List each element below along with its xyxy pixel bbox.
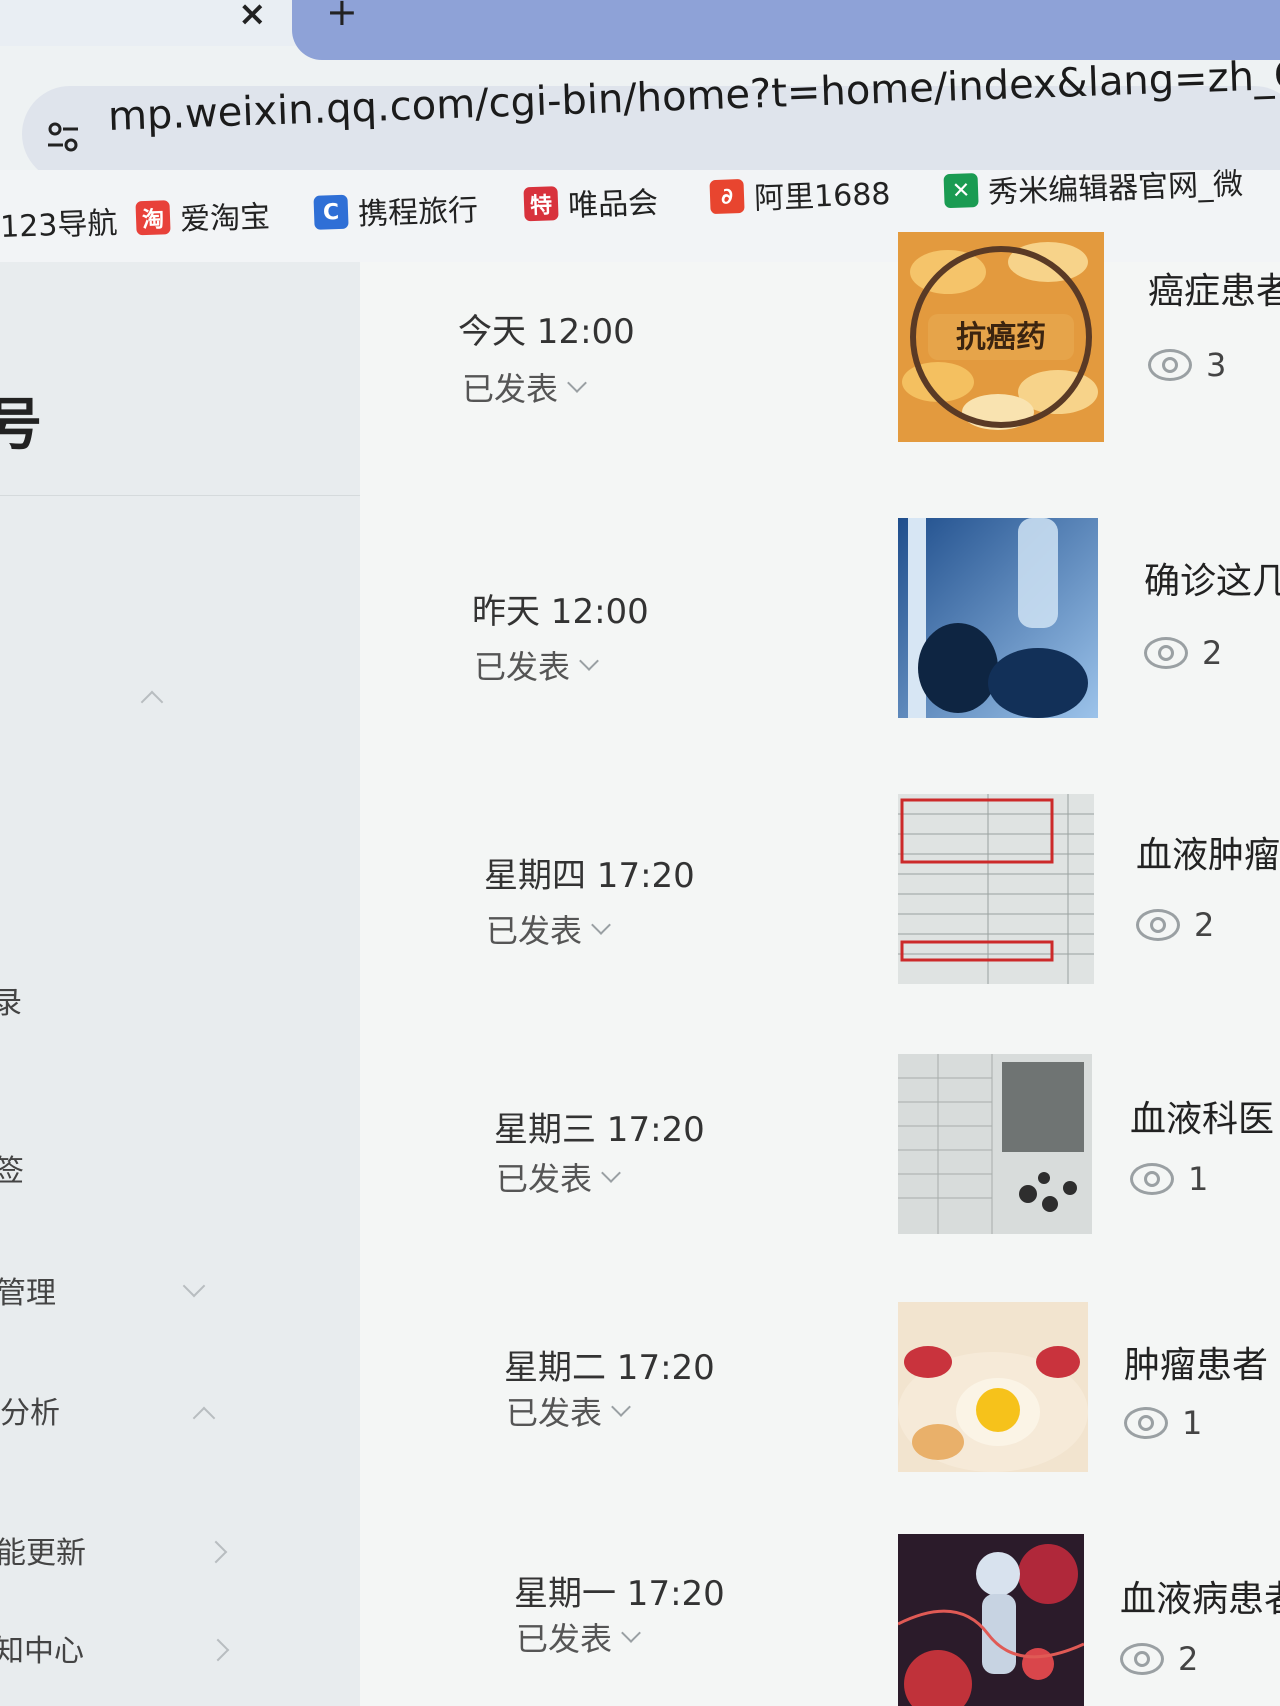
bookmark-label: 携程旅行 (357, 193, 479, 233)
bookmark-label: 秀米编辑器官网_微 (987, 166, 1244, 211)
article-title[interactable]: 血液肿瘤 (1136, 826, 1280, 878)
sidebar-item-management[interactable]: 管理 (0, 1268, 56, 1312)
account-name-fragment: 号 (0, 393, 42, 458)
bookmark-vip[interactable]: 特 唯品会 (523, 178, 659, 227)
sidebar-divider (0, 495, 360, 496)
article-title[interactable]: 血液病患者 (1120, 1570, 1280, 1622)
article-publish-time: 星期二 17:20 (504, 1348, 715, 1388)
vip-icon: 特 (523, 186, 559, 222)
chevron-down-icon (591, 915, 611, 935)
thumbnail-caption: 抗癌药 (956, 320, 1046, 355)
article-status-dropdown[interactable]: 已发表 (486, 906, 611, 952)
article-views: 2 (1144, 634, 1222, 672)
sidebar-item-analytics[interactable]: 分析 (0, 1388, 60, 1432)
eye-icon (1124, 1407, 1168, 1439)
sidebar-item-tags[interactable]: 签 (0, 1146, 24, 1190)
article-title[interactable]: 血液科医 (1130, 1090, 1274, 1142)
new-tab-icon[interactable]: + (326, 0, 358, 34)
eye-icon (1136, 909, 1180, 941)
bookmark-label: 唯品会 (567, 185, 659, 224)
article-status-dropdown[interactable]: 已发表 (516, 1614, 641, 1660)
site-settings-icon[interactable] (46, 120, 80, 154)
chevron-down-icon (567, 373, 587, 393)
ctrip-icon: C (313, 194, 349, 230)
close-tab-icon[interactable]: × (238, 0, 267, 34)
article-title[interactable]: 确诊这几 (1144, 552, 1280, 604)
xiumi-icon: ✕ (943, 173, 979, 209)
chevron-down-icon (601, 1163, 621, 1183)
eye-icon (1144, 637, 1188, 669)
article-thumbnail[interactable] (898, 1534, 1084, 1706)
article-thumbnail[interactable] (898, 794, 1094, 984)
bookmark-label: 阿里1688 (753, 176, 892, 217)
article-views: 3 (1148, 346, 1226, 384)
sidebar-item-updates[interactable]: 能更新 (0, 1528, 86, 1572)
sidebar-item-knowledge-center[interactable]: 知中心 (0, 1626, 84, 1670)
article-thumbnail[interactable] (898, 1302, 1088, 1472)
article-publish-time: 今天 12:00 (458, 312, 635, 352)
published-articles-list (360, 262, 1280, 1706)
article-publish-time: 昨天 12:00 (472, 592, 649, 632)
article-status-dropdown[interactable]: 已发表 (474, 642, 599, 688)
article-views: 1 (1124, 1404, 1202, 1442)
alibaba-1688-icon: ∂ (709, 178, 745, 215)
sidebar (0, 262, 360, 1706)
taobao-icon: 淘 (135, 200, 171, 236)
bookmark-taobao[interactable]: 淘 爱淘宝 (135, 192, 271, 241)
sidebar-item-records[interactable]: 录 (0, 978, 22, 1022)
article-views: 2 (1120, 1640, 1198, 1678)
article-status-dropdown[interactable]: 已发表 (462, 364, 587, 410)
bookmark-label: 爱淘宝 (179, 199, 271, 238)
eye-icon (1120, 1643, 1164, 1675)
bookmark-ctrip[interactable]: C 携程旅行 (313, 185, 479, 235)
bookmark-1688[interactable]: ∂ 阿里1688 (709, 169, 891, 219)
article-thumbnail[interactable] (898, 1054, 1092, 1234)
article-publish-time: 星期三 17:20 (494, 1110, 705, 1150)
bookmark-123-nav[interactable]: 123导航 (0, 198, 118, 246)
article-title[interactable]: 肿瘤患者 (1124, 1336, 1268, 1388)
eye-icon (1130, 1163, 1174, 1195)
article-views: 2 (1136, 906, 1214, 944)
chevron-down-icon (621, 1623, 641, 1643)
article-views: 1 (1130, 1160, 1208, 1198)
chevron-down-icon (579, 651, 599, 671)
tab-active[interactable] (292, 0, 1280, 60)
eye-icon (1148, 349, 1192, 381)
article-thumbnail[interactable] (898, 518, 1098, 718)
article-status-dropdown[interactable]: 已发表 (496, 1154, 621, 1200)
article-status-dropdown[interactable]: 已发表 (506, 1388, 631, 1434)
chevron-down-icon (611, 1397, 631, 1417)
article-publish-time: 星期一 17:20 (514, 1574, 725, 1614)
article-thumbnail[interactable]: 抗癌药 (898, 232, 1104, 442)
article-title[interactable]: 癌症患者 (1148, 262, 1280, 314)
article-publish-time: 星期四 17:20 (484, 856, 695, 896)
bookmark-label: 123导航 (0, 205, 118, 246)
